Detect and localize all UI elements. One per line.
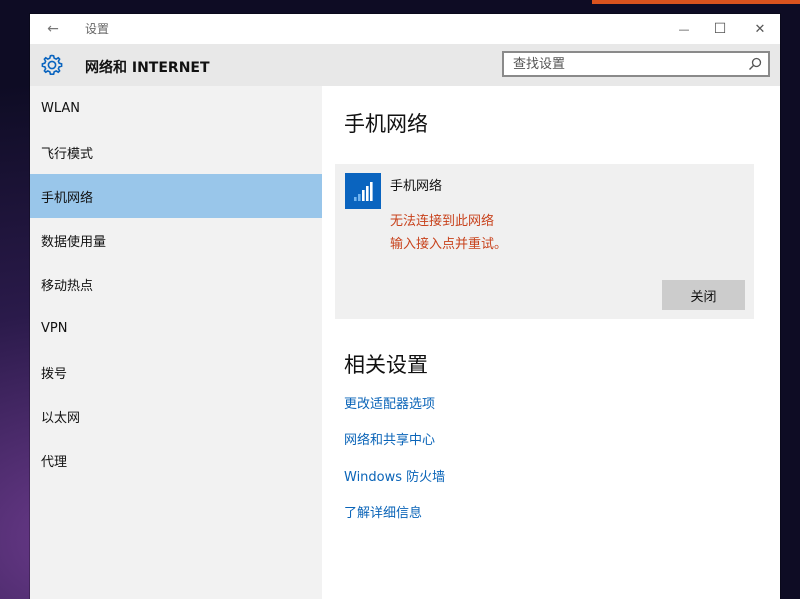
link-network-sharing-center[interactable]: 网络和共享中心 [344, 429, 435, 448]
back-arrow-icon: ← [47, 21, 59, 37]
cellular-signal-icon [354, 182, 373, 201]
settings-window: ← 设置 — ☐ ✕ 网络和 INTERNET WLAN [30, 14, 780, 599]
back-button[interactable]: ← [38, 18, 68, 40]
error-message-line-2: 输入接入点并重试。 [390, 237, 508, 252]
main-content: 手机网络 手机网络 无法连接到此网络 输入接入点并重试。 关闭 相关设置 更改适… [322, 86, 780, 599]
sidebar-item-data-usage[interactable]: 数据使用量 [30, 218, 322, 262]
sidebar-nav: WLAN 飞行模式 手机网络 数据使用量 移动热点 VPN 拨号 以太网 代理 [30, 86, 322, 599]
minimize-icon: — [678, 22, 690, 36]
link-windows-firewall[interactable]: Windows 防火墙 [344, 466, 445, 485]
section-header-title: 网络和 INTERNET [85, 60, 210, 76]
sidebar-item-label: WLAN [41, 100, 81, 116]
maximize-button[interactable]: ☐ [702, 18, 738, 40]
minimize-button[interactable]: — [666, 18, 702, 40]
sidebar-item-proxy[interactable]: 代理 [30, 438, 322, 482]
cellular-tile [345, 173, 381, 209]
maximize-icon: ☐ [713, 21, 727, 37]
page-title: 手机网络 [344, 112, 428, 136]
sidebar-item-label: 数据使用量 [41, 234, 107, 250]
window-title: 设置 [85, 22, 110, 36]
sidebar-item-airplane-mode[interactable]: 飞行模式 [30, 130, 322, 174]
sidebar-item-vpn[interactable]: VPN [30, 306, 322, 350]
close-window-button[interactable]: ✕ [742, 18, 778, 40]
search-input[interactable] [502, 51, 770, 77]
sidebar-item-dial-up[interactable]: 拨号 [30, 350, 322, 394]
sidebar-item-mobile-hotspot[interactable]: 移动热点 [30, 262, 322, 306]
title-bar: ← 设置 — ☐ ✕ [30, 14, 780, 44]
sidebar-item-label: 手机网络 [41, 190, 94, 206]
sidebar-item-label: VPN [41, 320, 68, 336]
sidebar-item-label: 飞行模式 [41, 146, 94, 162]
cellular-network-card: 手机网络 无法连接到此网络 输入接入点并重试。 关闭 [335, 164, 754, 319]
sidebar-item-wlan[interactable]: WLAN [30, 86, 322, 130]
settings-header: 网络和 INTERNET [30, 44, 780, 86]
sidebar-item-label: 以太网 [41, 410, 81, 426]
sidebar-item-cellular[interactable]: 手机网络 [30, 174, 322, 218]
taskbar-accent-strip [592, 0, 800, 4]
related-settings-title: 相关设置 [344, 353, 428, 377]
sidebar-item-label: 代理 [41, 454, 68, 470]
close-button[interactable]: 关闭 [662, 280, 745, 310]
link-change-adapter-options[interactable]: 更改适配器选项 [344, 393, 435, 412]
link-learn-more[interactable]: 了解详细信息 [344, 502, 422, 521]
error-message-line-1: 无法连接到此网络 [390, 214, 495, 229]
sidebar-item-label: 移动热点 [41, 278, 94, 294]
gear-icon [41, 54, 63, 75]
sidebar-item-ethernet[interactable]: 以太网 [30, 394, 322, 438]
search-icon[interactable] [748, 57, 762, 71]
card-title: 手机网络 [390, 179, 443, 194]
sidebar-item-label: 拨号 [41, 366, 68, 382]
close-icon: ✕ [754, 21, 766, 37]
